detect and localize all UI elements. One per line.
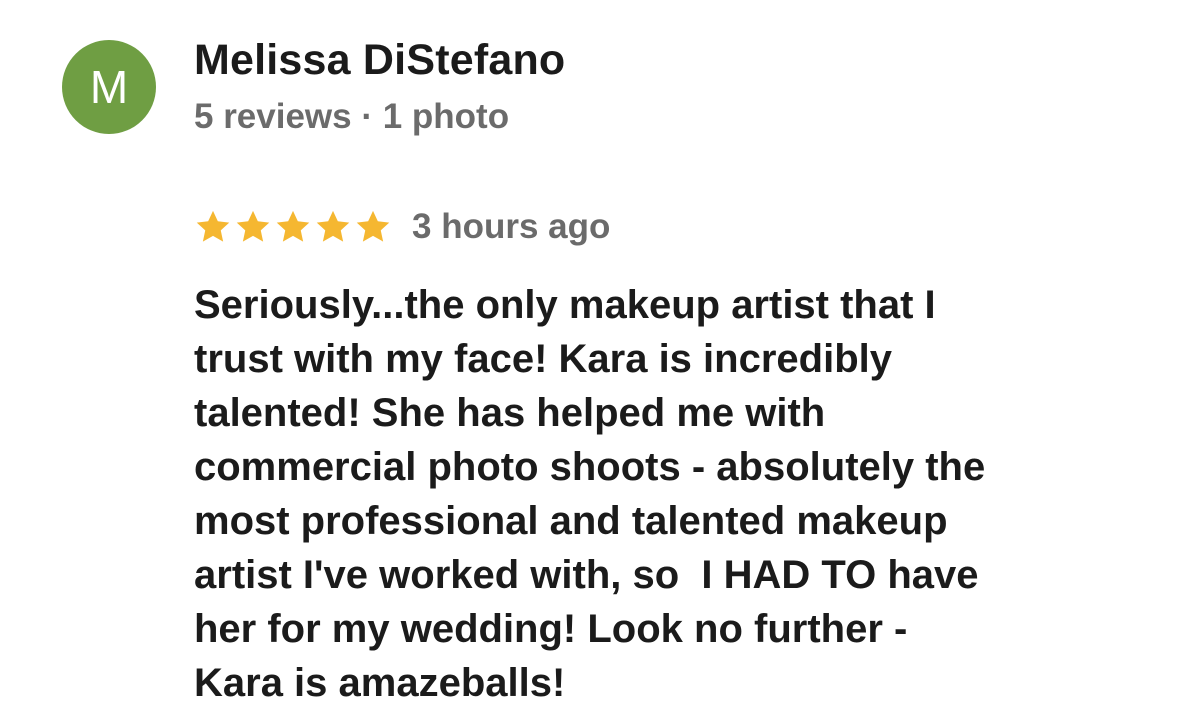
avatar[interactable]: M bbox=[62, 40, 156, 134]
review-line: trust with my face! Kara is incredibly bbox=[194, 337, 892, 381]
review-text: Seriously...the only makeup artist that … bbox=[194, 278, 1154, 710]
review-line: talented! She has helped me with bbox=[194, 391, 826, 435]
review-line: commercial photo shoots - absolutely the bbox=[194, 445, 986, 489]
review-line: artist I've worked with, so I HAD TO hav… bbox=[194, 553, 979, 597]
reviewer-name[interactable]: Melissa DiStefano bbox=[194, 36, 565, 85]
avatar-letter: M bbox=[89, 61, 129, 113]
star-rating bbox=[194, 208, 392, 246]
star-icon bbox=[196, 210, 230, 242]
review-line: her for my wedding! Look no further - bbox=[194, 607, 908, 651]
review-time: 3 hours ago bbox=[412, 207, 611, 246]
reviewer-meta[interactable]: 5 reviews · 1 photo bbox=[194, 97, 509, 137]
star-icon bbox=[276, 210, 310, 242]
review-card: M Melissa DiStefano 5 reviews · 1 photo … bbox=[0, 0, 1179, 719]
review-line: Kara is amazeballs! bbox=[194, 661, 566, 705]
star-icon bbox=[356, 210, 390, 242]
review-line: most professional and talented makeup bbox=[194, 499, 948, 543]
review-line: Seriously...the only makeup artist that … bbox=[194, 283, 936, 327]
star-icon bbox=[236, 210, 270, 242]
rating-row: 3 hours ago bbox=[194, 204, 610, 250]
star-icon bbox=[316, 210, 350, 242]
